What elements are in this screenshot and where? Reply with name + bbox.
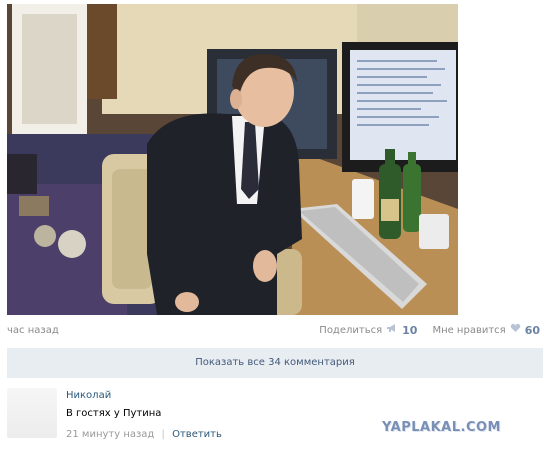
photo-illustration	[7, 4, 458, 315]
heart-icon	[510, 322, 521, 340]
post-meta: час назад Поделиться 10 Мне нравится 60	[7, 322, 540, 340]
like-label: Мне нравится	[432, 325, 506, 336]
like-count: 60	[524, 324, 540, 337]
share-label: Поделиться	[319, 325, 383, 336]
share-button[interactable]: Поделиться 10	[319, 322, 417, 340]
comment-text: В гостях у Путина	[66, 408, 162, 419]
like-button[interactable]: Мне нравится 60	[432, 322, 540, 340]
avatar[interactable]	[7, 388, 57, 438]
post-actions: Поделиться 10 Мне нравится 60	[304, 322, 540, 340]
watermark: YAPLAKAL.COM	[382, 420, 501, 435]
reply-button[interactable]: Ответить	[172, 429, 222, 440]
share-count: 10	[402, 324, 418, 337]
comment-author[interactable]: Николай	[66, 390, 111, 401]
comment: Николай В гостях у Путина 21 минуту наза…	[7, 386, 543, 448]
megaphone-icon	[386, 322, 398, 340]
post-photo[interactable]	[7, 4, 458, 315]
comment-meta-separator: |	[161, 429, 165, 440]
post-time: час назад	[7, 325, 59, 336]
comment-time[interactable]: 21 минуту назад	[66, 429, 154, 440]
comment-meta: 21 минуту назад | Ответить	[66, 429, 222, 440]
show-all-comments-button[interactable]: Показать все 34 комментария	[7, 348, 543, 378]
